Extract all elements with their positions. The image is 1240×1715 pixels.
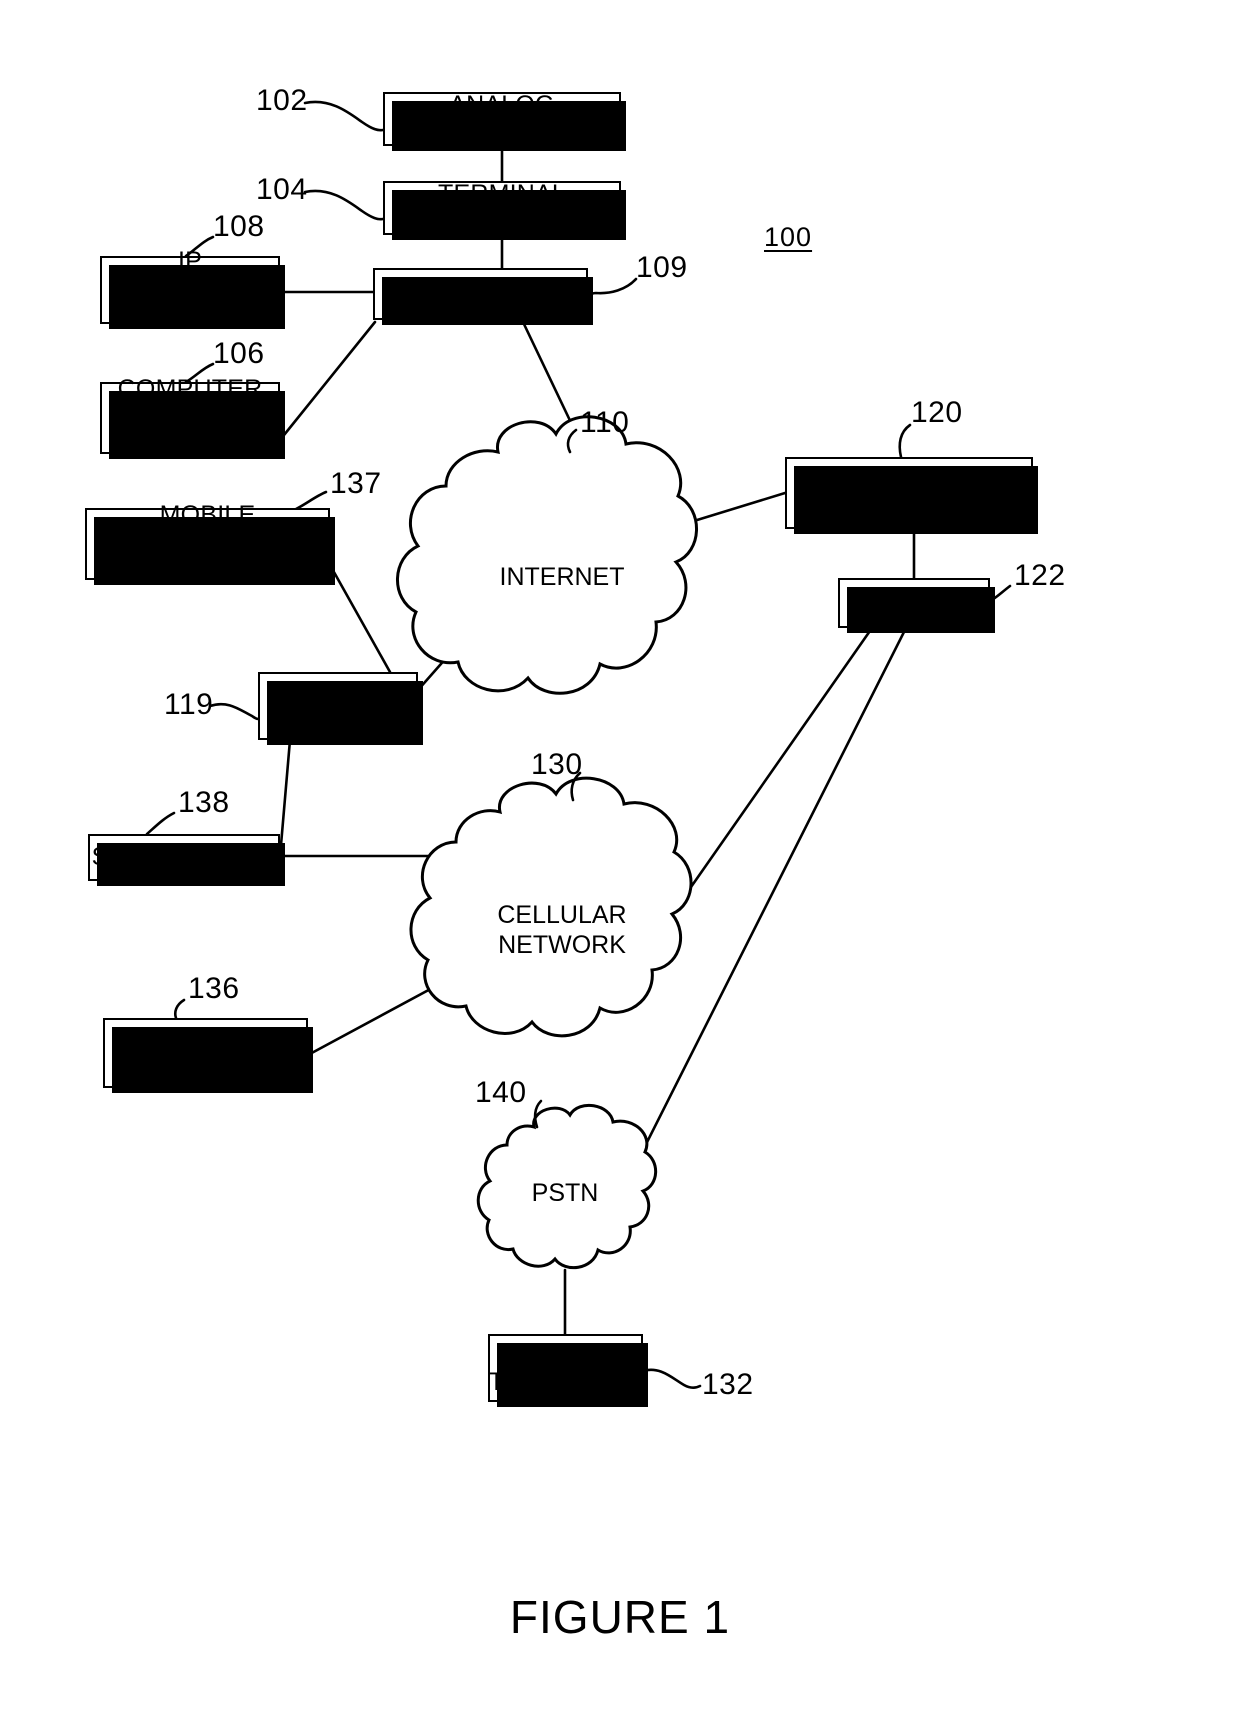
reference-numeral-122: 122 [1014,559,1066,592]
node-ip-telephony-system[interactable]: IP TELEPHONY SYSTEM [785,457,1038,534]
connector-gateway-cellular-network [682,626,874,899]
node-mobile-computing-device[interactable]: MOBILE COMPUTING DEVICE [85,501,335,586]
node-label: TERMINAL ADAPTOR [437,179,566,237]
node-label: INTERFACE [409,279,552,308]
reference-numeral-104: 104 [256,173,308,206]
connector-mobile-computing-device-wireless-interface [328,563,392,674]
figure-page: ANALOG TELEPHONE TERMINAL ADAPTOR IP TEL… [0,0,1240,1715]
node-label: IP TELEPHONY SYSTEM [817,464,1001,522]
node-label: ANALOG TELEPHONE [488,1339,643,1397]
reference-numeral-109: 109 [636,251,688,284]
leader-119 [208,702,260,721]
node-label: COMPUTER W/ IP TELE. SW. [112,375,268,461]
node-terminal-adaptor[interactable]: TERMINAL ADAPTOR [383,179,626,240]
leader-136 [173,998,186,1020]
connector-computer-interface [278,320,377,442]
node-wireless-interface[interactable]: WIRELESS INTERFACE [258,672,423,745]
node-gateway[interactable]: GATEWAY [838,578,995,633]
cloud-label-pstn: PSTN [531,1179,599,1207]
reference-numeral-138: 138 [178,786,230,819]
cloud-shapes [396,415,698,1270]
leader-138 [145,811,176,836]
cloud-internet [396,415,698,695]
reference-numeral-110: 110 [580,406,630,439]
node-ip-telephony-device[interactable]: IP TELEPHONY DEVICE [100,247,285,332]
node-analog-telephone-top[interactable]: ANALOG TELEPHONE [383,90,626,151]
node-label: CELLULAR TELEPHONE [128,1024,283,1082]
reference-numeral-136: 136 [188,972,240,1005]
reference-numeral-130: 130 [531,748,583,781]
node-cellular-telephone[interactable]: CELLULAR TELEPHONE [103,1018,313,1093]
node-interface[interactable]: INTERFACE [373,268,593,325]
reference-numeral-119: 119 [164,688,214,721]
leader-120 [898,423,912,459]
node-label: IP TELEPHONY DEVICE [113,247,267,333]
reference-numeral-132: 132 [702,1368,754,1401]
node-label: SMART PHONE [91,843,277,872]
node-label: WIRELESS INTERFACE [266,677,410,735]
figure-caption: FIGURE 1 [509,1591,731,1643]
leader-132 [641,1368,702,1390]
reference-numeral-106: 106 [213,337,265,370]
leader-102 [303,100,385,132]
node-label: ANALOG TELEPHONE [425,90,579,148]
connector-wireless-interface-smart-phone [279,738,292,847]
node-label: GATEWAY [853,588,975,617]
reference-numeral-system-100: 100 [764,222,813,252]
leader-109 [586,277,638,300]
reference-numeral-108: 108 [213,210,265,243]
reference-numeral-137: 137 [330,467,382,500]
node-smart-phone[interactable]: SMART PHONE [88,834,285,886]
cloud-label-internet: INTERNET [499,563,625,591]
reference-numeral-140: 140 [475,1076,527,1109]
node-analog-telephone-bottom[interactable]: ANALOG TELEPHONE [488,1334,648,1407]
node-label: MOBILE COMPUTING DEVICE [130,501,285,587]
reference-numeral-120: 120 [911,396,963,429]
node-computer-ip-tele-sw[interactable]: COMPUTER W/ IP TELE. SW. [100,375,285,460]
leader-104 [303,189,385,221]
reference-numeral-102: 102 [256,84,308,117]
cloud-label-cellular-network: CELLULAR NETWORK [497,901,627,959]
